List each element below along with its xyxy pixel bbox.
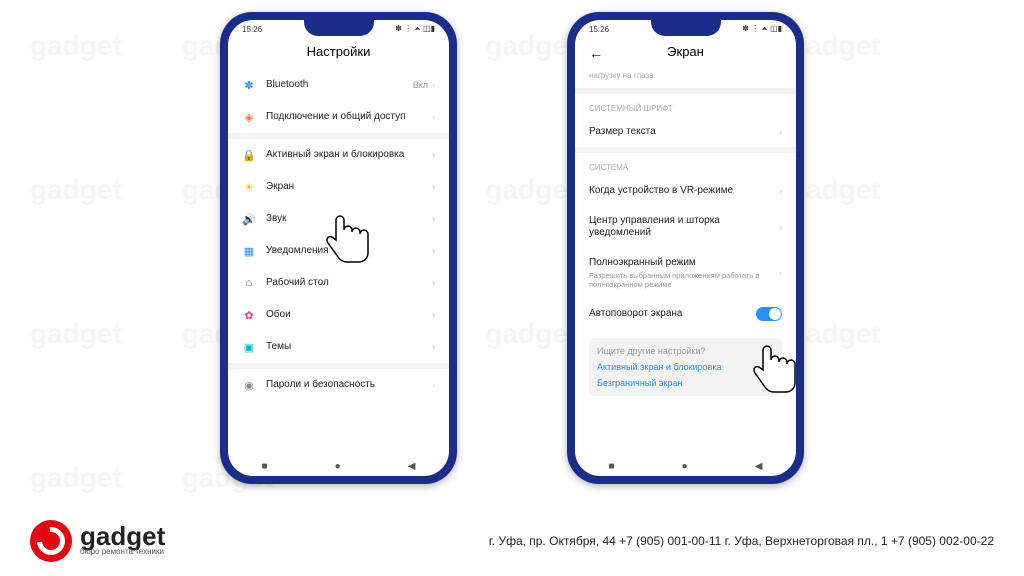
settings-row[interactable]: Центр управления и шторка уведомлений›: [575, 206, 796, 248]
footer: gadget бюро ремонта техники г. Уфа, пр. …: [0, 514, 1024, 576]
row-label: Пароли и безопасность: [266, 379, 432, 391]
settings-row[interactable]: Автоповорот экрана: [575, 298, 796, 330]
logo-icon: [30, 520, 72, 562]
navbar[interactable]: ■●◀: [228, 453, 449, 476]
row-icon: 🔒: [242, 148, 256, 162]
phone-right: 15:26▮ ⌀ ⎘ ··· ✽ ⋮ ⏶ ◫▮ ← Экран нагрузку…: [567, 12, 804, 484]
chevron-icon: ›: [779, 268, 782, 278]
section-header: СИСТЕМА: [575, 153, 796, 176]
chevron-icon: ›: [779, 186, 782, 196]
row-label: Когда устройство в VR-режиме: [589, 185, 779, 197]
page-title: Настройки: [228, 36, 449, 69]
phone-left: 15:26▮ ⌀ ⎘ ··· ✽ ⋮ ⏶ ◫▮ Настройки ✽Bluet…: [220, 12, 457, 484]
chevron-icon: ›: [432, 214, 435, 224]
row-label: Активный экран и блокировка: [266, 149, 432, 161]
settings-row[interactable]: 🔊 Звук›: [228, 203, 449, 235]
suggestion-link[interactable]: Безграничный экран: [597, 378, 774, 388]
row-icon: 🔊: [242, 212, 256, 226]
row-label: Экран: [266, 181, 432, 193]
settings-row[interactable]: Когда устройство в VR-режиме›: [575, 176, 796, 206]
row-icon: ▣: [242, 340, 256, 354]
chevron-icon: ›: [432, 342, 435, 352]
row-label: Рабочий стол: [266, 277, 432, 289]
chevron-icon: ›: [432, 112, 435, 122]
back-icon[interactable]: ←: [589, 45, 603, 61]
chevron-icon: ›: [432, 80, 435, 90]
chevron-icon: ›: [779, 222, 782, 232]
row-label: Подключение и общий доступ: [266, 111, 432, 123]
section-header: СИСТЕМНЫЙ ШРИФТ: [575, 94, 796, 117]
row-label: Автоповорот экрана: [589, 308, 756, 320]
row-label: Центр управления и шторка уведомлений: [589, 215, 779, 239]
row-icon: ✽: [242, 78, 256, 92]
row-label: Размер текста: [589, 126, 779, 138]
settings-row[interactable]: Полноэкранный режимРазрешить выбранным п…: [575, 248, 796, 298]
row-icon: ▦: [242, 244, 256, 258]
row-label: Обои: [266, 309, 432, 321]
row-icon: ◈: [242, 110, 256, 124]
settings-row[interactable]: ⌂ Рабочий стол›: [228, 267, 449, 299]
settings-row[interactable]: ☀ Экран›: [228, 171, 449, 203]
navbar[interactable]: ■●◀: [575, 453, 796, 476]
settings-row[interactable]: ✿ Обои›: [228, 299, 449, 331]
toggle[interactable]: [756, 307, 782, 321]
row-label: Темы: [266, 341, 432, 353]
logo: gadget бюро ремонта техники: [30, 520, 165, 562]
chevron-icon: ›: [432, 278, 435, 288]
settings-row[interactable]: ✽BluetoothВкл›: [228, 69, 449, 101]
chevron-icon: ›: [432, 182, 435, 192]
chevron-icon: ›: [432, 380, 435, 390]
settings-row[interactable]: ▣ Темы›: [228, 331, 449, 363]
address: г. Уфа, пр. Октября, 44 +7 (905) 001-00-…: [489, 534, 994, 548]
settings-row[interactable]: 🔒 Активный экран и блокировка›: [228, 139, 449, 171]
settings-row[interactable]: Размер текста›: [575, 117, 796, 147]
row-label: Уведомления: [266, 245, 432, 257]
chevron-icon: ›: [779, 127, 782, 137]
settings-row[interactable]: ◉ Пароли и безопасность›: [228, 369, 449, 401]
chevron-icon: ›: [432, 246, 435, 256]
page-title: ← Экран: [575, 36, 796, 69]
search-suggestions: Ищите другие настройки?Активный экран и …: [589, 338, 782, 396]
settings-row[interactable]: ◈ Подключение и общий доступ›: [228, 101, 449, 133]
chevron-icon: ›: [432, 310, 435, 320]
row-icon: ✿: [242, 308, 256, 322]
row-label: Звук: [266, 213, 432, 225]
row-label: Bluetooth: [266, 79, 413, 91]
row-icon: ☀: [242, 180, 256, 194]
suggestion-link[interactable]: Активный экран и блокировка: [597, 362, 774, 372]
settings-row[interactable]: ▦ Уведомления›: [228, 235, 449, 267]
row-icon: ◉: [242, 378, 256, 392]
row-icon: ⌂: [242, 276, 256, 290]
row-label: Полноэкранный режимРазрешить выбранным п…: [589, 257, 779, 289]
chevron-icon: ›: [432, 150, 435, 160]
